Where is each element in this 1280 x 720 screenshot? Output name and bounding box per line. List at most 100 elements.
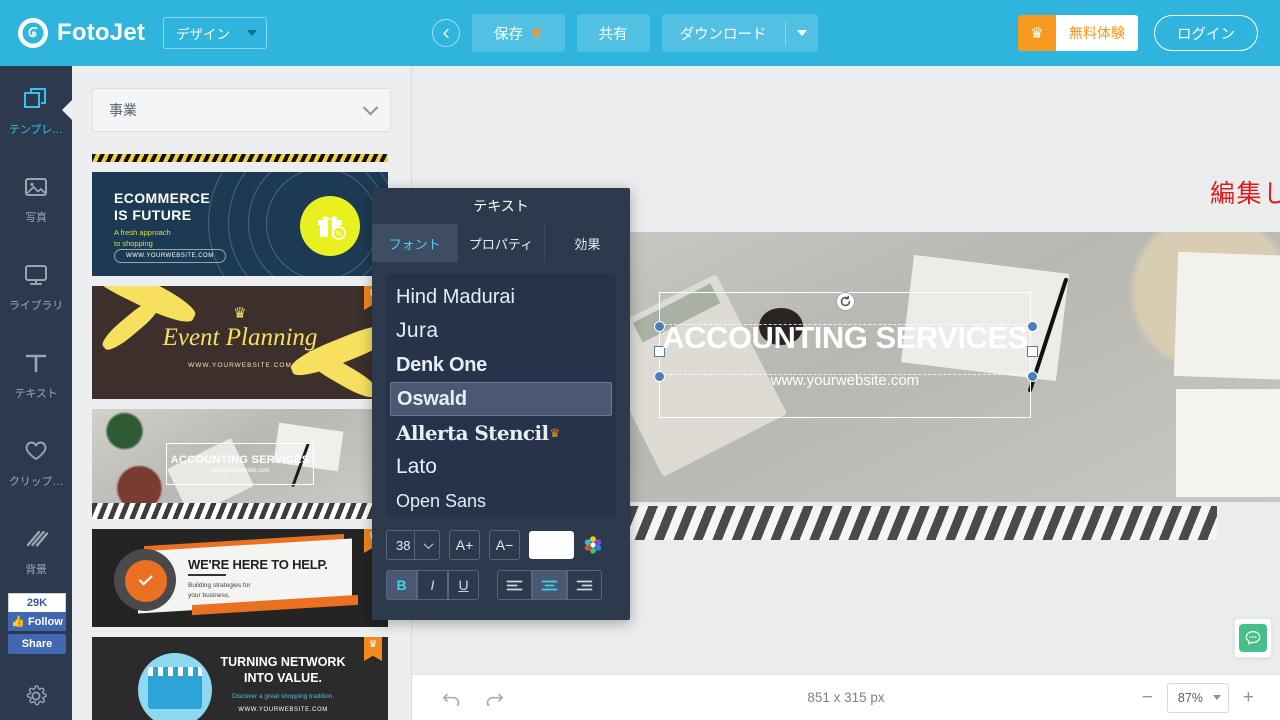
redo-button[interactable] [484, 690, 504, 706]
login-button-label: ログイン [1177, 26, 1235, 43]
font-option-label: Jura [396, 319, 439, 342]
text-panel-title: テキスト [473, 198, 529, 214]
crown-icon: ♛ [1018, 15, 1056, 51]
sidebar-item-label: 背景 [25, 563, 47, 576]
gear-icon [26, 685, 47, 706]
sidebar-item-label: テキスト [14, 387, 58, 400]
decrease-font-size-button[interactable]: A− [489, 530, 520, 560]
template-category-label: 事業 [109, 102, 137, 118]
facebook-share-button[interactable]: Share [8, 634, 66, 654]
sidebar-item-clipart[interactable]: クリップ… [0, 418, 72, 506]
heart-icon [23, 436, 49, 466]
template-url: www.yourwebsite.com [210, 468, 270, 474]
svg-text:%: % [336, 231, 342, 238]
facebook-follow-button[interactable]: 👍 Follow [8, 612, 66, 631]
chat-widget-button[interactable] [1234, 618, 1272, 658]
template-thumbnail: WE'RE HERE TO HELP. Building strategies … [92, 529, 388, 627]
share-button[interactable]: 共有 [576, 14, 650, 52]
tab-font[interactable]: フォント [372, 224, 459, 262]
settings-button[interactable] [0, 684, 72, 708]
font-size-value: 38 [396, 537, 411, 553]
template-title: Event Planning [162, 324, 318, 351]
font-size-select[interactable]: 38 [386, 530, 440, 560]
font-option-label: Oswald [397, 387, 467, 410]
chat-bubble-icon [1239, 624, 1267, 652]
sidebar-item-photo[interactable]: 写真 [0, 154, 72, 242]
facebook-widget: 29K 👍 Follow Share [8, 593, 66, 654]
font-option-label: Hind Madurai [396, 285, 515, 308]
zoom-level-select[interactable]: 87% [1166, 682, 1229, 713]
text-color-swatch[interactable] [529, 531, 574, 559]
italic-button[interactable]: I [417, 570, 448, 600]
download-button[interactable]: ダウンロード [662, 14, 785, 52]
background-icon [23, 524, 49, 554]
font-style-controls: B I U [372, 560, 630, 600]
chevron-down-icon [418, 538, 439, 549]
template-card-partial[interactable] [92, 154, 388, 162]
tab-properties[interactable]: プロパティ [458, 224, 545, 262]
template-card-ecommerce[interactable]: ECOMMERCE IS FUTURE A fresh approach to sh… [92, 172, 388, 276]
align-right-icon [576, 580, 593, 590]
fotojet-editor: FotoJet デザイン 保存 ♛ 共有 ダウンロード ♛ 無料体験 ログイン … [0, 0, 1280, 720]
header-account-area: ♛ 無料体験 ログイン [1018, 15, 1280, 51]
bold-button[interactable]: B [386, 570, 417, 600]
header-actions: 保存 ♛ 共有 ダウンロード [412, 0, 1018, 66]
increase-font-size-button[interactable]: A+ [449, 530, 480, 560]
facebook-follow-label: Follow [27, 615, 63, 628]
rotate-handle[interactable] [836, 292, 855, 311]
library-icon [23, 260, 49, 290]
font-list[interactable]: Hind Madurai Jura Denk One Oswald Allert… [386, 274, 616, 516]
tab-effects[interactable]: 効果 [545, 224, 630, 262]
zoom-in-button[interactable]: + [1243, 688, 1254, 707]
crown-icon: ♛ [233, 305, 247, 322]
canvas-website[interactable]: www.yourwebsite.com [659, 372, 1031, 389]
save-button[interactable]: 保存 ♛ [472, 14, 565, 52]
zoom-out-button[interactable]: − [1142, 688, 1153, 707]
font-option-open-sans[interactable]: Open Sans [386, 484, 616, 516]
font-option-allerta-stencil[interactable]: Allerta Stencil ♛ [386, 416, 616, 450]
sidebar-item-label: 写真 [25, 211, 47, 224]
download-button-group: ダウンロード [661, 14, 818, 52]
login-button[interactable]: ログイン [1154, 15, 1258, 51]
template-list[interactable]: ECOMMERCE IS FUTURE A fresh approach to sh… [72, 154, 412, 720]
font-option-oswald[interactable]: Oswald [390, 382, 612, 416]
premium-crown-icon: ♛ [549, 426, 561, 440]
redo-icon [486, 693, 504, 706]
design-dropdown[interactable]: デザイン [163, 17, 268, 49]
font-option-hind-madurai[interactable]: Hind Madurai [386, 280, 616, 314]
sidebar-item-label: テンプレ… [9, 123, 63, 136]
template-title: TURNING NETWORK INTO VALUE. [220, 655, 346, 685]
font-option-lato[interactable]: Lato [386, 450, 616, 484]
align-center-icon [541, 580, 558, 590]
font-option-label: Denk One [396, 353, 487, 376]
underline-button[interactable]: U [448, 570, 479, 600]
download-dropdown-button[interactable] [786, 14, 818, 52]
align-right-button[interactable] [567, 570, 602, 600]
align-left-button[interactable] [497, 570, 532, 600]
sidebar-item-background[interactable]: 背景 [0, 506, 72, 594]
stripe-band [92, 503, 388, 519]
free-trial-button[interactable]: ♛ 無料体験 [1018, 15, 1138, 51]
crown-icon: ♛ [530, 25, 543, 41]
chevron-down-icon [796, 30, 807, 36]
color-wheel-icon[interactable] [583, 535, 603, 555]
undo-button[interactable] [442, 690, 462, 706]
free-trial-label: 無料体験 [1056, 15, 1138, 51]
facebook-follower-count: 29K [8, 593, 66, 612]
font-option-denk-one[interactable]: Denk One [386, 348, 616, 382]
align-center-button[interactable] [532, 570, 567, 600]
template-card-turning-network[interactable]: TURNING NETWORK INTO VALUE. Discover a gr… [92, 637, 388, 720]
sidebar-item-label: クリップ… [9, 475, 63, 488]
canvas-headline[interactable]: ACCOUNTING SERVICES [659, 320, 1031, 356]
back-button[interactable] [432, 19, 460, 47]
sidebar-item-text[interactable]: テキスト [0, 330, 72, 418]
template-card-accounting-services[interactable]: ACCOUNTING SERVICES www.yourwebsite.com [92, 409, 388, 519]
zoom-level-value: 87% [1177, 690, 1203, 705]
template-card-were-here-to-help[interactable]: WE'RE HERE TO HELP. Building strategies … [92, 529, 388, 627]
template-card-event-planning[interactable]: ♛ Event Planning WWW.YOURWEBSITE.COM ♛ [92, 286, 388, 399]
template-category-dropdown[interactable]: 事業 [92, 88, 391, 132]
thumbs-up-icon: 👍 [11, 616, 25, 628]
font-option-jura[interactable]: Jura [386, 314, 616, 348]
sidebar-item-templates[interactable]: テンプレ… [0, 66, 72, 154]
sidebar-item-library[interactable]: ライブラリ [0, 242, 72, 330]
